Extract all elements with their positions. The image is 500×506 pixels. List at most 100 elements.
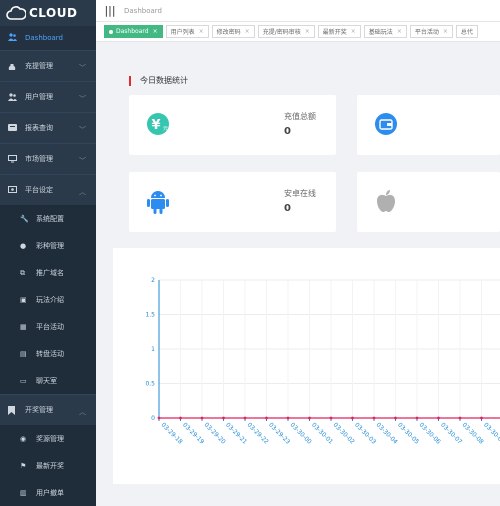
sidebar-item-label: 转盘活动 [36,349,64,358]
sidebar-group-draw[interactable]: 开奖管理 ︿ [0,394,96,425]
app-name: CLOUD [29,6,78,20]
tab-label: 修改密码 [216,29,241,36]
app-logo[interactable]: CLOUD [0,0,96,26]
close-icon[interactable]: × [351,28,356,35]
sidebar-item-label: 开奖管理 [25,406,53,414]
sidebar-subitem-1[interactable]: ● 彩种管理 [0,232,96,259]
sidebar-subitem-draw-0[interactable]: ◉ 奖源管理 [0,425,96,452]
document-icon: ▥ [20,488,27,497]
sidebar-group-4[interactable]: 平台设定 ︿ [0,174,96,205]
chart-card: 0 0.5 1 1.5 2 03-29-18 03-29-19 03-29-20 03-29-2… [113,248,500,484]
x-tick-label: 03-30-01 [310,421,334,445]
x-tick-label: 03-29-21 [224,421,248,445]
stat-card-wallet [357,95,500,155]
wallet-icon [374,112,398,138]
monitor-icon [8,154,17,164]
stat-value: 0 [284,203,291,214]
data-point [286,416,290,420]
sidebar-group-1[interactable]: 用户管理 ﹀ [0,81,96,112]
tab-4[interactable]: 最新开奖 × [317,25,361,38]
sidebar-subitem-4[interactable]: ▦ 平台活动 [0,313,96,340]
settings-icon [8,185,17,195]
main-content: 今日数据统计 ¥ 元 充值总额 0 安卓在线 0 0 0.5 1 1.5 2 03-29-1… [96,42,500,500]
sidebar-subitem-0[interactable]: 🔧 系统配置 [0,205,96,232]
sidebar-item-label: 市场管理 [25,155,53,163]
data-point [458,416,462,420]
data-point [308,416,311,420]
sidebar-group-0[interactable]: 充提管理 ﹀ [0,50,96,81]
close-icon[interactable]: × [245,28,250,35]
chevron-up-icon: ︿ [79,188,86,196]
x-tick-label: 03-30-06 [418,421,442,445]
sidebar-subitem-5[interactable]: ▤ 转盘活动 [0,340,96,367]
breadcrumb[interactable]: Dashboard [124,7,162,15]
tab-bar: Dashboard × 用户列表 × 修改密码 × 充提/密码审核 × 最新开奖 × 基础玩法 × 平台… [96,22,500,42]
source-icon: ◉ [20,434,27,443]
y-tick-label: 2 [151,277,155,284]
data-point [372,416,376,420]
sidebar: CLOUD Dashboard 充提管理 ﹀ 用户管理 ﹀ 报表查询 ﹀ 市场管理 ﹀ 平台设定… [0,0,96,506]
sidebar-item-label: Dashboard [25,34,63,42]
tab-1[interactable]: 用户列表 × [165,25,209,38]
close-icon[interactable]: × [443,28,448,35]
yen-icon: ¥ 元 [146,112,170,138]
chevron-up-icon: ︿ [79,408,86,416]
sidebar-group-2[interactable]: 报表查询 ﹀ [0,112,96,143]
sidebar-item-dashboard[interactable]: Dashboard [0,26,96,50]
tab-6[interactable]: 平台活动 × [409,25,453,38]
sidebar-item-label: 最新开奖 [36,461,64,470]
wrench-icon: 🔧 [20,214,29,223]
svg-text:¥: ¥ [151,118,160,133]
link-icon: ⧉ [20,268,25,277]
users-icon [8,92,17,102]
y-tick-label: 1.5 [145,312,155,319]
tab-label: 平台活动 [414,29,439,36]
data-point [179,416,182,420]
stat-label: 充值总额 [284,112,316,121]
y-tick-label: 1 [151,346,155,353]
tab-label: 最新开奖 [322,29,347,36]
tab-2[interactable]: 修改密码 × [211,25,255,38]
sidebar-subitem-6[interactable]: ▭ 聊天室 [0,367,96,394]
sidebar-item-label: 平台设定 [25,186,53,194]
x-tick-label: 03-30-09 [482,421,500,445]
stat-card-android: 安卓在线 0 [129,172,336,232]
top-bar: ||| Dashboard [96,0,500,22]
x-tick-label: 03-30-08 [461,421,485,445]
tab-label: 充提/密码审核 [262,29,301,36]
tab-3[interactable]: 充提/密码审核 × [257,25,315,38]
money-bag-icon [8,62,17,71]
section-title: 今日数据统计 [129,75,188,86]
tab-7[interactable]: 总代 [455,25,478,38]
sidebar-subitem-2[interactable]: ⧉ 推广域名 [0,259,96,286]
stat-value: 0 [284,126,291,137]
tab-label: Dashboard [116,28,149,35]
active-dot-icon [109,29,113,34]
data-point [437,416,440,420]
sidebar-item-label: 用户管理 [25,93,53,101]
sidebar-item-label: 聊天室 [36,376,57,385]
lottery-icon: ● [20,241,27,250]
close-icon[interactable]: × [199,28,204,35]
data-point [394,416,397,420]
data-point [157,416,161,420]
sidebar-subitem-3[interactable]: ▣ 玩法介绍 [0,286,96,313]
close-icon[interactable]: × [397,28,402,35]
menu-toggle-icon[interactable]: ||| [100,4,120,17]
sidebar-subitem-draw-1[interactable]: ⚑ 最新开奖 [0,452,96,479]
clipboard-icon: ▤ [20,349,27,358]
x-tick-label: 03-29-20 [203,421,227,445]
sidebar-item-label: 玩法介绍 [36,295,64,304]
chevron-down-icon: ﹀ [79,157,86,165]
close-icon[interactable]: × [153,28,158,35]
sidebar-item-label: 推广域名 [36,268,64,277]
sidebar-subitem-draw-2[interactable]: ▥ 用户撤单 [0,479,96,506]
sidebar-group-3[interactable]: 市场管理 ﹀ [0,143,96,174]
tab-5[interactable]: 基础玩法 × [363,25,407,38]
book-icon: ▣ [20,295,27,304]
android-icon [147,188,169,216]
tab-0[interactable]: Dashboard × [104,25,163,38]
close-icon[interactable]: × [305,28,310,35]
chevron-down-icon: ﹀ [79,126,86,134]
sidebar-item-label: 平台活动 [36,322,64,331]
